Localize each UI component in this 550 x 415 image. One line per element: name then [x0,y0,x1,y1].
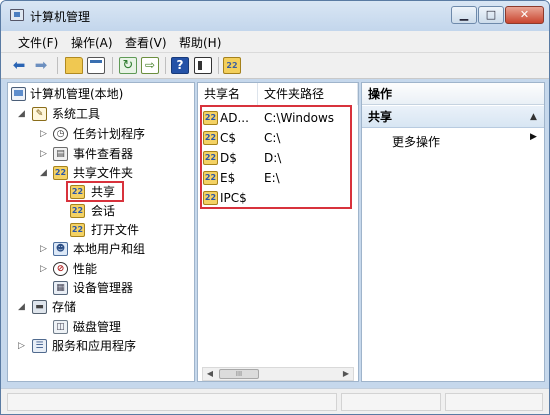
storage-icon: ▬ [32,300,47,314]
status-segment [445,393,543,411]
show-hide-tree-icon[interactable] [87,57,105,74]
tree-label: 打开文件 [91,223,140,237]
status-segment [341,393,441,411]
refresh-icon[interactable]: ↻ [119,57,137,74]
submenu-arrow-icon[interactable]: ▶ [530,132,537,142]
expand-arrow-icon[interactable]: ▷ [40,240,47,258]
computer-icon [11,87,26,101]
more-actions-item[interactable]: 更多操作 [392,133,440,150]
clock-icon: ◷ [53,127,68,141]
status-segment [7,393,337,411]
back-arrow-icon[interactable]: ⬅ [10,57,28,74]
tree-label: 磁盘管理 [73,320,122,334]
tree-label: 服务和应用程序 [52,339,137,353]
actions-section-shares[interactable]: 共享 ▲ [362,106,544,128]
session-icon: 22 [70,204,85,218]
tree-label: 存储 [52,300,77,314]
new-share-icon[interactable]: 22 [223,57,241,74]
menu-help[interactable]: 帮助(H) [179,34,221,51]
column-header-folder-path[interactable]: 文件夹路径 [258,83,358,105]
event-viewer-icon: ▤ [53,147,68,161]
toolbar-separator [218,57,219,74]
help-icon[interactable]: ? [171,57,189,74]
title-bar: 计算机管理 ▁ □ ✕ [1,1,549,31]
device-manager-icon: ▦ [53,281,68,295]
close-button[interactable]: ✕ [505,6,544,24]
scroll-right-icon[interactable]: ▶ [339,368,353,380]
expand-arrow-icon[interactable]: ▷ [40,145,47,163]
tree-label: 共享文件夹 [73,166,134,180]
forward-arrow-icon[interactable]: ➡ [32,57,50,74]
collapse-up-icon[interactable]: ▲ [530,106,537,128]
actions-header: 操作 [362,83,544,105]
tree-label: 性能 [73,262,98,276]
collapse-arrow-icon[interactable]: ◢ [18,105,25,123]
window-title: 计算机管理 [30,10,91,24]
collapse-arrow-icon[interactable]: ◢ [18,298,25,316]
section-label: 共享 [368,110,393,124]
maximize-button[interactable]: □ [478,6,504,24]
collapse-arrow-icon[interactable]: ◢ [40,164,47,182]
computer-management-icon [10,9,24,21]
open-file-icon: 22 [70,223,85,237]
show-action-pane-icon[interactable] [194,57,212,74]
tools-icon: ✎ [32,107,47,121]
computer-management-window: 计算机管理 ▁ □ ✕ 文件(F) 操作(A) 查看(V) 帮助(H) ⬅ ➡ … [0,0,550,415]
scroll-left-icon[interactable]: ◀ [203,368,217,380]
users-icon: ☻ [53,242,68,256]
menu-bar: 文件(F) 操作(A) 查看(V) 帮助(H) [1,31,549,53]
up-folder-icon[interactable] [65,57,83,74]
toolbar-separator [165,57,166,74]
minimize-button[interactable]: ▁ [451,6,477,24]
expand-arrow-icon[interactable]: ▷ [40,260,47,278]
highlight-box [66,181,124,202]
highlight-box [200,105,352,209]
shares-list: 共享名 文件夹路径 22 AD... C:\Windows 22 C$ C:\ … [197,82,359,382]
column-header-share-name[interactable]: 共享名 [198,83,258,105]
menu-view[interactable]: 查看(V) [125,34,167,51]
horizontal-scrollbar[interactable]: ◀ III ▶ [202,367,354,381]
tree-label: 事件查看器 [73,147,134,161]
actions-pane: 操作 共享 ▲ 更多操作 ▶ [361,82,545,382]
export-list-icon[interactable]: ⇨ [141,57,159,74]
shared-folder-icon: 22 [53,166,68,180]
menu-action[interactable]: 操作(A) [71,34,113,51]
tree-label: 会话 [91,204,116,218]
tree-label: 任务计划程序 [73,127,146,141]
toolbar-separator [112,57,113,74]
tree-label: 设备管理器 [73,281,134,295]
tree-label: 系统工具 [52,107,101,121]
expand-arrow-icon[interactable]: ▷ [40,125,47,143]
menu-file[interactable]: 文件(F) [18,34,58,51]
toolbar-separator [57,57,58,74]
toolbar: ⬅ ➡ ↻ ⇨ ? 22 [1,53,549,79]
status-bar [1,388,549,414]
scroll-thumb[interactable]: III [219,369,259,379]
console-tree: 计算机管理(本地) ◢ ✎ 系统工具 ▷ ◷ 任务计划程序 ▷ ▤ 事件查看器 … [7,82,195,382]
tree-label: 计算机管理(本地) [30,87,124,101]
performance-icon: ⊘ [53,262,68,276]
disk-icon: ◫ [53,320,68,334]
tree-label: 本地用户和组 [73,242,146,256]
services-icon: ☰ [32,339,47,353]
expand-arrow-icon[interactable]: ▷ [18,337,25,355]
